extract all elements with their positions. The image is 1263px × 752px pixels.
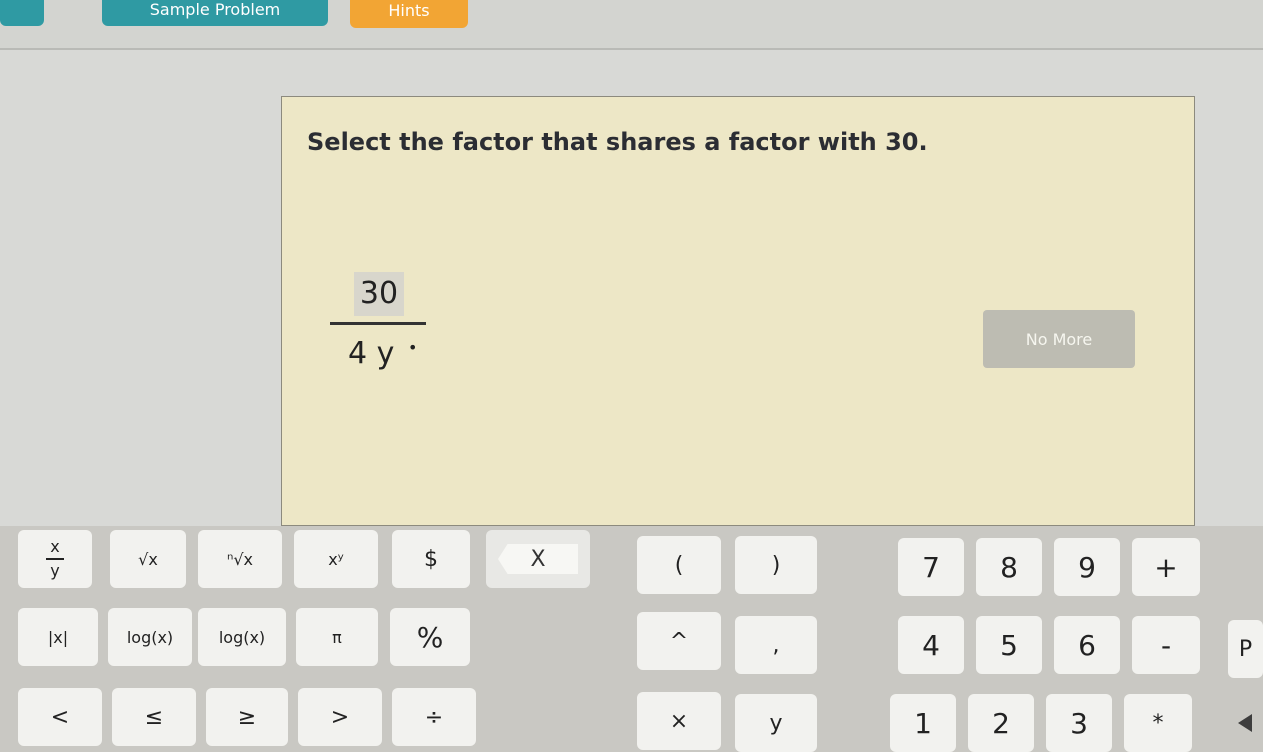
backspace-label: X xyxy=(530,546,546,572)
key-plus[interactable]: + xyxy=(1132,538,1200,596)
key-backspace[interactable]: X xyxy=(486,530,590,588)
key-percent[interactable]: % xyxy=(390,608,470,666)
key-log-base[interactable]: log(x) xyxy=(198,608,286,666)
key-nth-root[interactable]: ⁿ√x xyxy=(198,530,282,588)
key-caret[interactable]: ^ xyxy=(637,612,721,670)
key-greater-equal[interactable]: ≥ xyxy=(206,688,288,746)
tab-sample-problem[interactable]: Sample Problem xyxy=(102,0,328,26)
no-more-button-label: No More xyxy=(1025,329,1093,349)
key-4[interactable]: 4 xyxy=(898,616,964,674)
fraction-expression[interactable]: 30 4 y • xyxy=(330,268,426,380)
fraction-bar xyxy=(330,322,426,325)
key-partial-p[interactable]: P xyxy=(1228,620,1263,678)
key-fraction[interactable]: x y xyxy=(18,530,92,588)
fraction-key-top: x xyxy=(50,537,60,556)
key-divide[interactable]: ÷ xyxy=(392,688,476,746)
key-less-equal[interactable]: ≤ xyxy=(112,688,196,746)
key-square-root[interactable]: √x xyxy=(110,530,186,588)
question-prompt: Select the factor that shares a factor w… xyxy=(307,128,928,156)
arrow-left-icon[interactable] xyxy=(1238,714,1252,732)
key-5[interactable]: 5 xyxy=(976,616,1042,674)
key-2[interactable]: 2 xyxy=(968,694,1034,752)
toolbar-divider xyxy=(0,48,1263,50)
superscript-marker[interactable]: • xyxy=(408,338,417,357)
key-6[interactable]: 6 xyxy=(1054,616,1120,674)
tab-left-edge[interactable] xyxy=(0,0,44,26)
tab-hints[interactable]: Hints xyxy=(350,0,468,28)
fraction-key-line xyxy=(46,558,64,560)
key-open-paren[interactable]: ( xyxy=(637,536,721,594)
key-comma[interactable]: , xyxy=(735,616,817,674)
key-1[interactable]: 1 xyxy=(890,694,956,752)
key-asterisk[interactable]: * xyxy=(1124,694,1192,752)
fraction-denominator[interactable]: 4 y xyxy=(348,336,394,371)
key-close-paren[interactable]: ) xyxy=(735,536,817,594)
key-minus[interactable]: - xyxy=(1132,616,1200,674)
no-more-button[interactable]: No More xyxy=(983,310,1135,368)
tab-sample-problem-label: Sample Problem xyxy=(149,0,281,19)
key-3[interactable]: 3 xyxy=(1046,694,1112,752)
key-exponent[interactable]: xʸ xyxy=(294,530,378,588)
key-dollar[interactable]: $ xyxy=(392,530,470,588)
key-7[interactable]: 7 xyxy=(898,538,964,596)
fraction-key-bottom: y xyxy=(50,561,60,580)
key-less-than[interactable]: < xyxy=(18,688,102,746)
backspace-icon: X xyxy=(498,544,578,574)
tab-hints-label: Hints xyxy=(388,0,430,20)
key-8[interactable]: 8 xyxy=(976,538,1042,596)
fraction-numerator[interactable]: 30 xyxy=(354,272,404,316)
key-pi[interactable]: π xyxy=(296,608,378,666)
key-multiply[interactable]: × xyxy=(637,692,721,750)
key-9[interactable]: 9 xyxy=(1054,538,1120,596)
key-y[interactable]: y xyxy=(735,694,817,752)
key-absolute-value[interactable]: |x| xyxy=(18,608,98,666)
key-greater-than[interactable]: > xyxy=(298,688,382,746)
key-log[interactable]: log(x) xyxy=(108,608,192,666)
